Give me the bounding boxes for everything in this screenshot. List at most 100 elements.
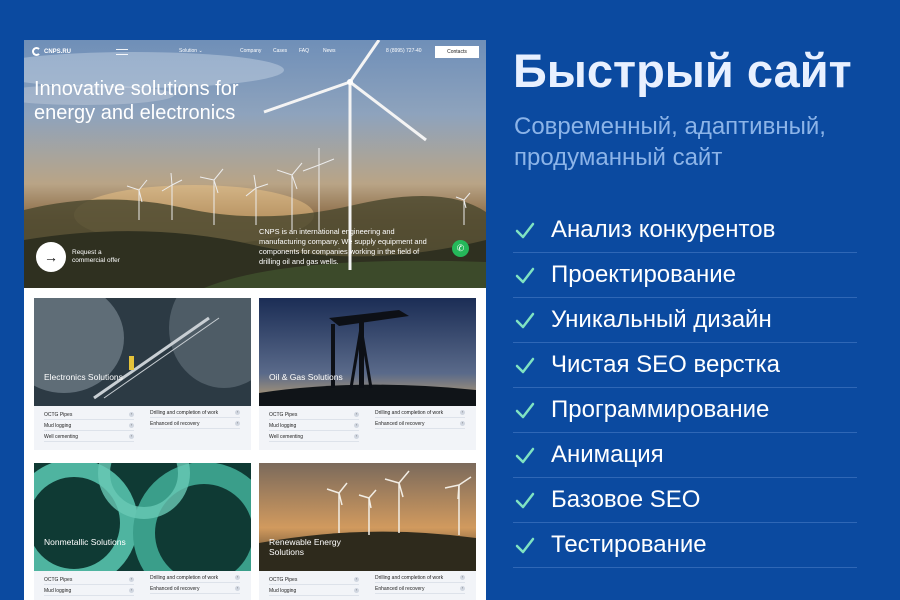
solution-link[interactable]: OCTG Pipes › [269,575,359,585]
solution-link[interactable]: Enhanced oil recovery › [150,584,240,594]
solution-link-label: OCTG Pipes [44,577,73,583]
solution-link-label: OCTG Pipes [44,412,73,418]
logo-text: CNPS.RU [44,48,72,55]
solution-card-image [34,298,251,406]
solution-link-label: Enhanced oil recovery [150,421,200,427]
hero-section: CNPS.RU Solution ⌄ Company Cases FAQ New… [24,40,486,288]
solution-link[interactable]: Mud logging › [44,421,134,431]
feature-label: Уникальный дизайн [551,306,772,333]
solution-link-label: Drilling and completion of work [375,410,444,416]
nav-company[interactable]: Company [240,48,261,54]
solution-card-title: Renewable Energy Solutions [269,537,341,557]
website-mockup: CNPS.RU Solution ⌄ Company Cases FAQ New… [24,40,486,600]
solution-link-label: Mud logging [44,588,72,594]
nav-solution[interactable]: Solution ⌄ [179,48,203,54]
feature-label: Анализ конкурентов [551,216,776,243]
check-icon [515,402,535,419]
check-icon [515,312,535,329]
feature-label: Программирование [551,396,770,423]
arrow-right-icon: › [235,421,240,426]
solution-card-renewable[interactable]: Renewable Energy Solutions OCTG Pipes › Mud… [259,463,476,600]
check-icon [515,222,535,239]
feature-item: Чистая SEO верстка [513,343,857,388]
feature-item: Проектирование [513,253,857,298]
arrow-right-icon: › [129,423,134,428]
request-offer-button[interactable]: → Request a commercial offer [36,242,132,272]
arrow-right-icon: › [354,434,359,439]
solution-link[interactable]: Drilling and completion of work › [150,573,240,583]
solution-link[interactable]: Mud logging › [269,421,359,431]
solutions-grid: Electronics Solutions OCTG Pipes › Mud logg… [24,288,486,600]
solution-link-label: Mud logging [269,588,297,594]
solution-link-label: Drilling and completion of work [150,575,219,581]
site-logo[interactable]: CNPS.RU [32,47,71,56]
hero-description: CNPS is an international engineering and… [259,227,427,266]
solution-link[interactable]: Enhanced oil recovery › [375,419,465,429]
solution-link[interactable]: Well cementing › [44,432,134,442]
solution-link[interactable]: OCTG Pipes › [44,575,134,585]
solution-link[interactable]: OCTG Pipes › [44,410,134,420]
solution-link-label: Enhanced oil recovery [150,586,200,592]
solution-link[interactable]: Mud logging › [269,586,359,596]
solution-card-image [259,298,476,406]
arrow-right-icon: › [129,588,134,593]
nav-faq[interactable]: FAQ [299,48,309,54]
arrow-right-icon: › [354,423,359,428]
solution-link-label: Well cementing [269,434,304,440]
request-offer-label: Request a commercial offer [72,249,120,264]
nav-phone[interactable]: 8 (8995) 727-40 [386,48,422,54]
check-icon [515,267,535,284]
solution-link-label: Mud logging [269,423,297,429]
solution-card-title: Electronics Solutions [44,372,123,382]
feature-item: Программирование [513,388,857,433]
solution-card-electronics[interactable]: Electronics Solutions OCTG Pipes › Mud logg… [34,298,251,450]
solution-link[interactable]: Enhanced oil recovery › [150,419,240,429]
nav-cases[interactable]: Cases [273,48,287,54]
arrow-right-icon: › [354,588,359,593]
feature-item: Уникальный дизайн [513,298,857,343]
whatsapp-icon[interactable]: ✆ [452,240,469,257]
solution-link[interactable]: Mud logging › [44,586,134,596]
feature-item: Анимация [513,433,857,478]
solution-link[interactable]: Drilling and completion of work › [375,408,465,418]
solution-link-label: Enhanced oil recovery [375,586,425,592]
nav-news[interactable]: News [323,48,336,54]
arrow-right-icon: › [460,410,465,415]
logo-icon [32,47,41,56]
arrow-right-icon: › [129,434,134,439]
menu-icon[interactable] [116,49,128,55]
check-icon [515,357,535,374]
check-icon [515,492,535,509]
solution-card-nonmetallic[interactable]: Nonmetallic Solutions OCTG Pipes › Mud logg… [34,463,251,600]
solution-link[interactable]: OCTG Pipes › [269,410,359,420]
arrow-right-icon: › [460,575,465,580]
feature-label: Тестирование [551,531,707,558]
check-icon [515,447,535,464]
solution-link[interactable]: Drilling and completion of work › [375,573,465,583]
solution-link[interactable]: Drilling and completion of work › [150,408,240,418]
feature-label: Проектирование [551,261,736,288]
hero-title: Innovative solutions for energy and elec… [34,78,239,124]
solution-link-label: Drilling and completion of work [150,410,219,416]
solution-card-title: Oil & Gas Solutions [269,372,343,382]
solution-link[interactable]: Well cementing › [269,432,359,442]
feature-label: Чистая SEO верстка [551,351,781,378]
check-icon [515,537,535,554]
solution-card-title: Nonmetallic Solutions [44,537,126,547]
contacts-button[interactable]: Contacts [435,46,479,58]
arrow-right-icon: › [354,412,359,417]
solution-card-oil-gas[interactable]: Oil & Gas Solutions OCTG Pipes › Mud loggin… [259,298,476,450]
solution-link[interactable]: Enhanced oil recovery › [375,584,465,594]
headline: Быстрый сайт [513,44,852,97]
solution-link-label: Drilling and completion of work [375,575,444,581]
nav-solution-label: Solution [179,48,198,54]
arrow-right-icon: › [235,410,240,415]
feature-item: Анализ конкурентов [513,208,857,253]
arrow-right-icon: › [235,575,240,580]
solution-link-label: Mud logging [44,423,72,429]
solution-link-label: OCTG Pipes [269,577,298,583]
feature-label: Базовое SEO [551,486,701,513]
arrow-right-icon: → [36,242,66,272]
subheadline: Современный, адаптивный, продуманный сай… [514,113,826,171]
arrow-right-icon: › [129,577,134,582]
